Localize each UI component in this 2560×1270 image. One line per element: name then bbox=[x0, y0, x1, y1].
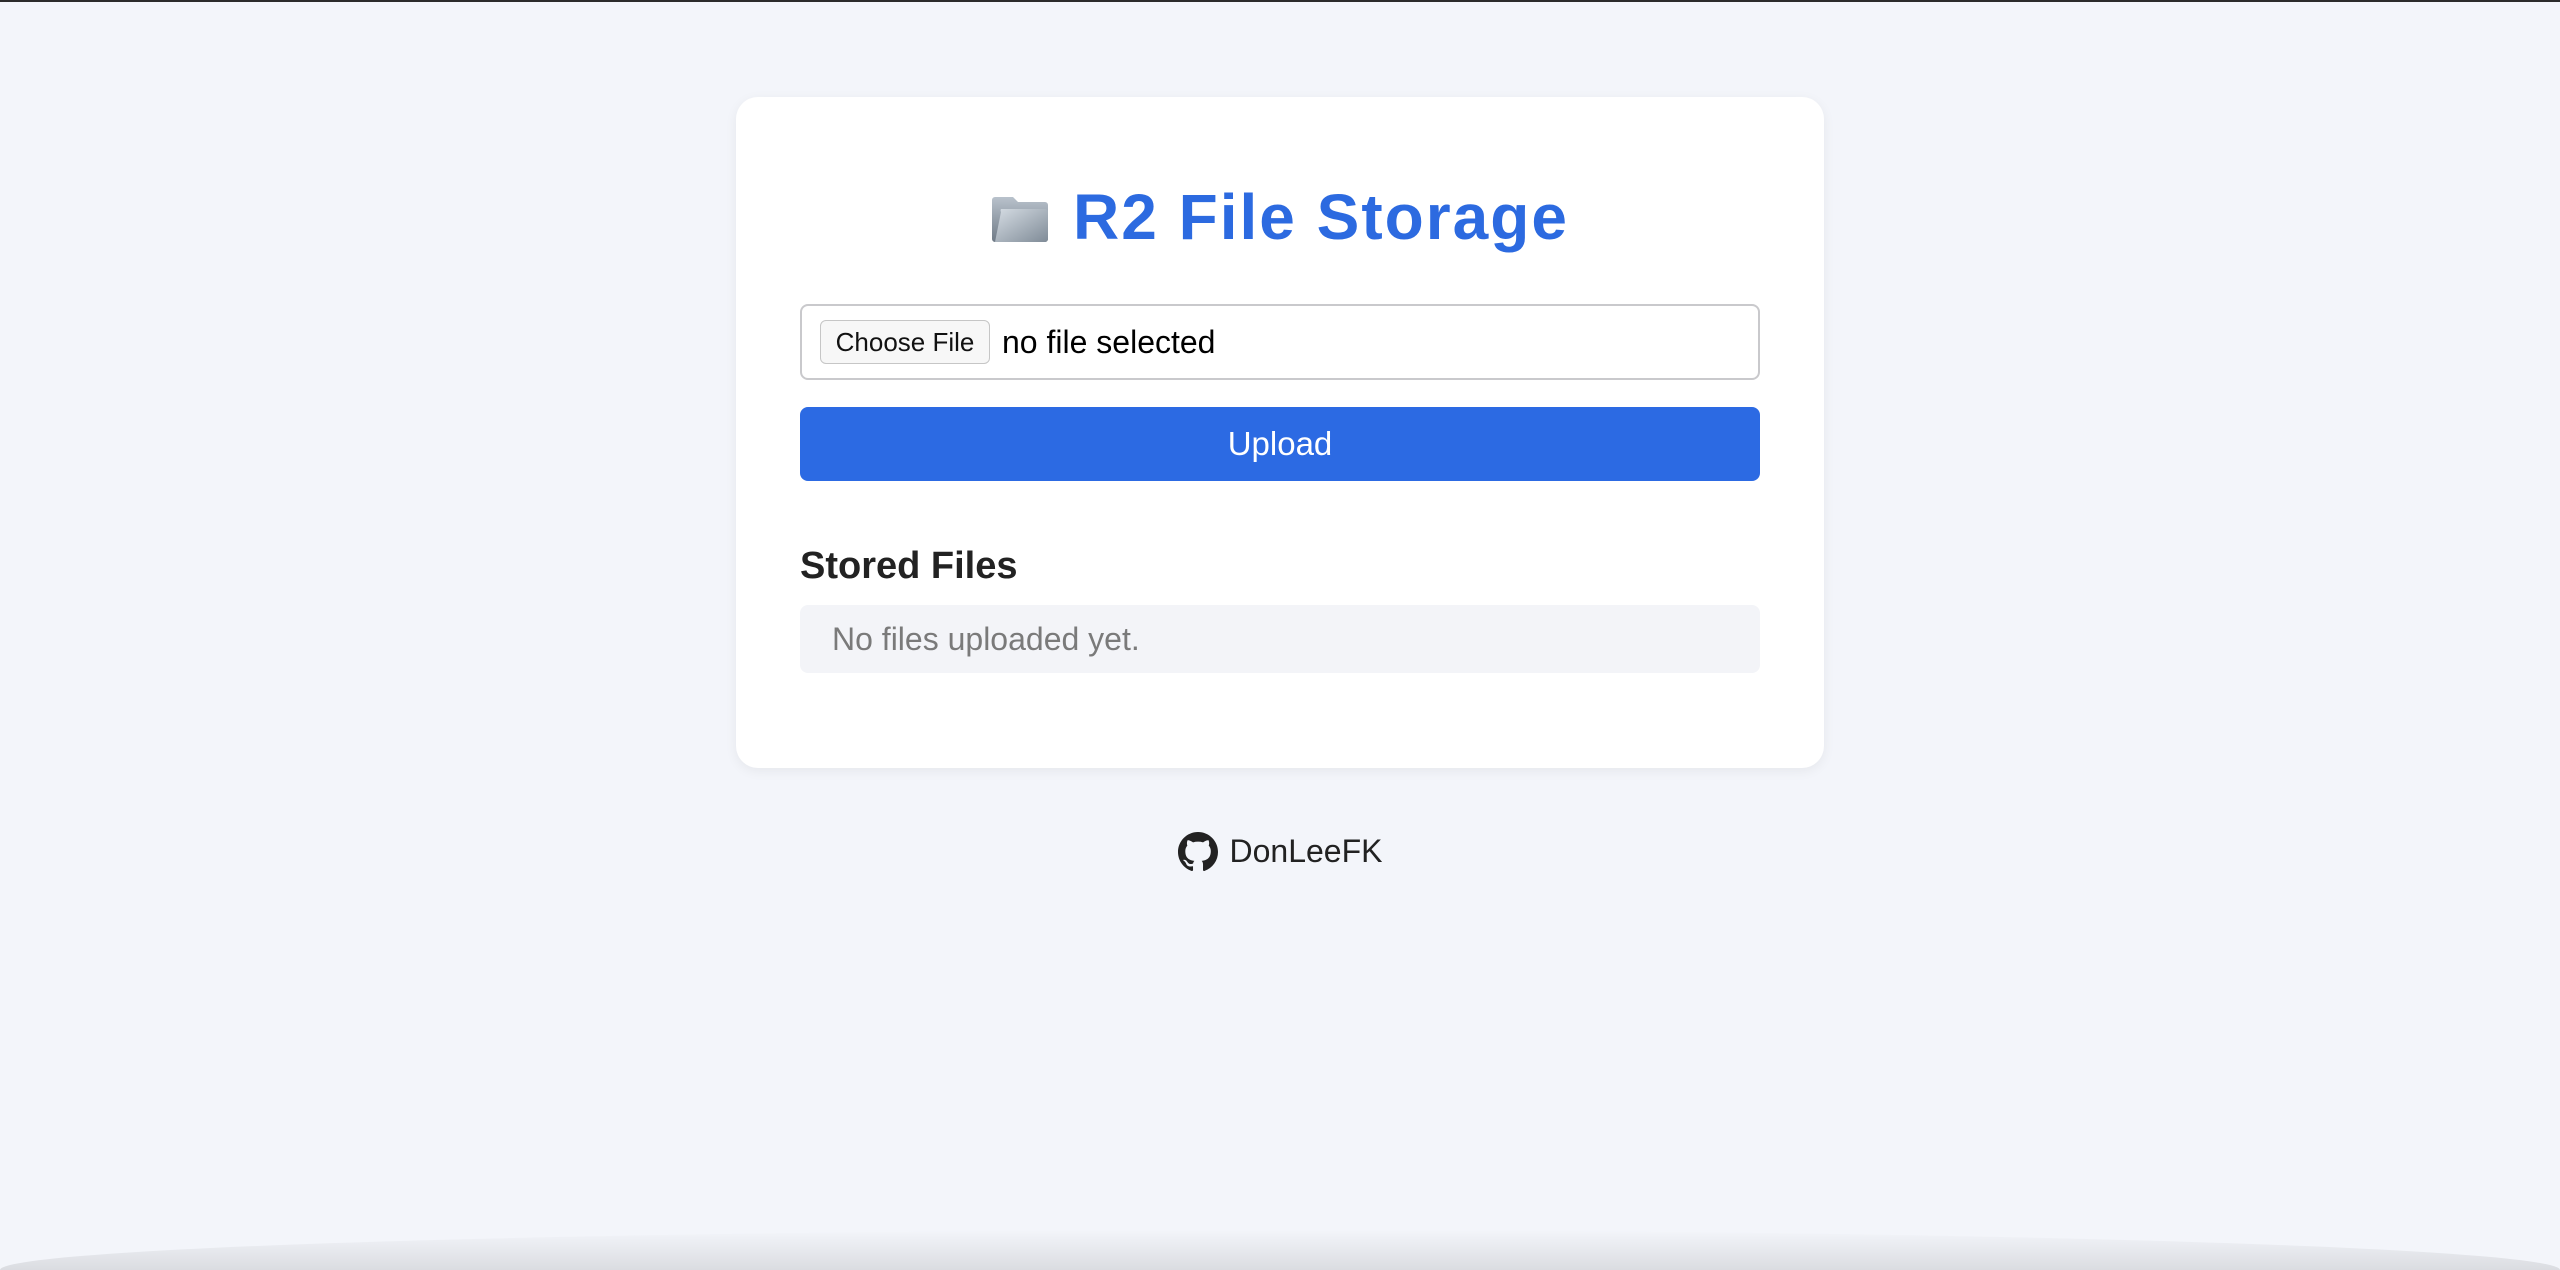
title-text: R2 File Storage bbox=[1073, 181, 1569, 253]
empty-files-message: No files uploaded yet. bbox=[832, 621, 1140, 657]
folder-icon bbox=[991, 183, 1051, 242]
stored-files-heading: Stored Files bbox=[800, 545, 1018, 587]
github-icon bbox=[1177, 832, 1218, 872]
page-title: R2 File Storage bbox=[736, 177, 1824, 257]
file-status-text: no file selected bbox=[1002, 324, 1216, 360]
upload-button[interactable]: Upload bbox=[800, 407, 1760, 481]
footer: DonLeeFK bbox=[0, 828, 2560, 874]
choose-file-button[interactable]: Choose File bbox=[820, 320, 990, 364]
main-card: R2 File Storage Choose File no file sele… bbox=[736, 97, 1824, 768]
github-link[interactable]: DonLeeFK bbox=[1177, 832, 1383, 872]
window-bottom-shadow bbox=[0, 1230, 2560, 1270]
file-list: No files uploaded yet. bbox=[800, 605, 1760, 673]
github-username: DonLeeFK bbox=[1229, 833, 1383, 869]
file-input[interactable]: Choose File no file selected bbox=[800, 304, 1760, 380]
